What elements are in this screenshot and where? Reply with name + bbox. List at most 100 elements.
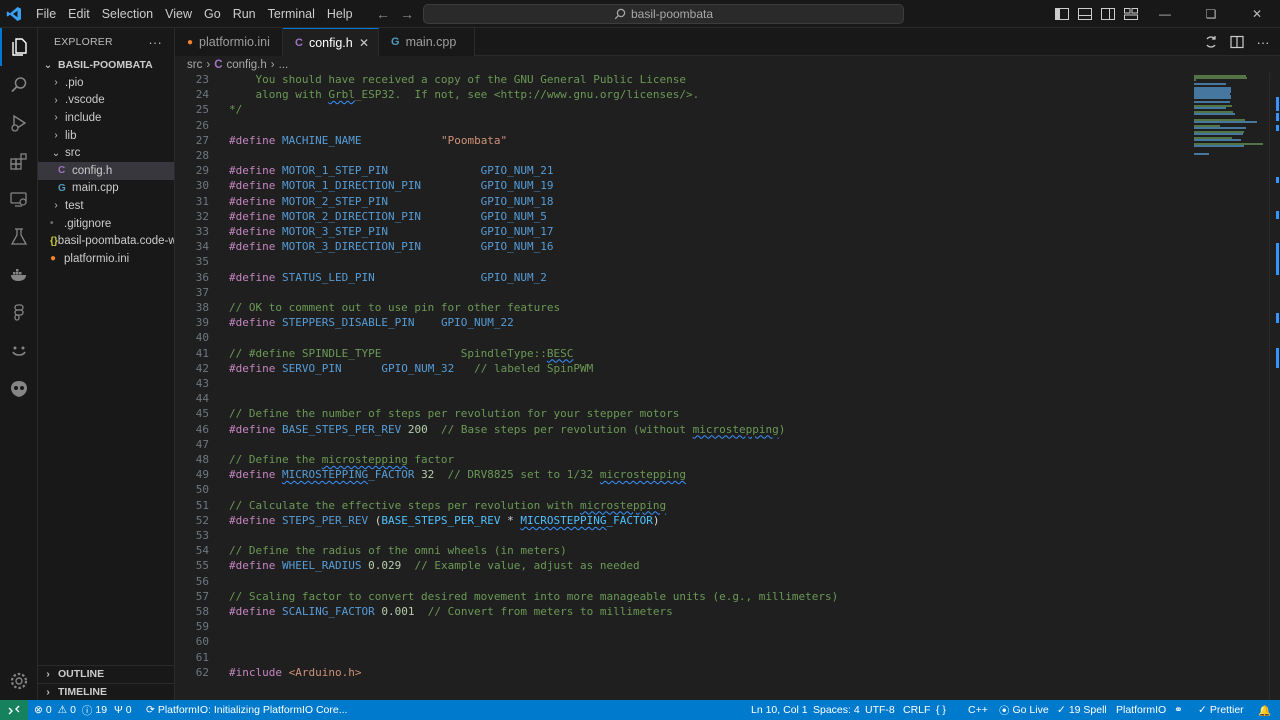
tree-item-platformio-ini[interactable]: ● platformio.ini (38, 250, 174, 268)
prettier-status[interactable]: ✓ Prettier (1198, 700, 1244, 720)
tab-config-h[interactable]: C config.h ✕ (283, 28, 379, 56)
code-line[interactable]: 24 along with Grbl_ESP32. If not, see <h… (175, 87, 1189, 102)
code-line[interactable]: 32 #define MOTOR_2_DIRECTION_PIN GPIO_NUM… (175, 209, 1189, 224)
code-line[interactable]: 51 // Calculate the effective steps per r… (175, 498, 1189, 513)
remote-explorer-icon[interactable] (0, 180, 38, 218)
feedback-icon[interactable]: ⚭ (1174, 700, 1183, 720)
figma-icon[interactable] (0, 294, 38, 332)
code-line[interactable]: 44 (175, 391, 1189, 406)
code-line[interactable]: 31 #define MOTOR_2_STEP_PIN GPIO_NUM_18 (175, 194, 1189, 209)
language-mode[interactable]: C++ (968, 700, 988, 720)
tree-item-config-h[interactable]: C config.h (38, 161, 174, 180)
explorer-more-actions-icon[interactable]: ··· (148, 35, 162, 50)
close-window-button[interactable]: ✕ (1234, 0, 1280, 28)
code-line[interactable]: 26 (175, 118, 1189, 133)
tree-item-test[interactable]: › test (38, 197, 174, 215)
platformio-status[interactable]: PlatformIO (1116, 700, 1166, 720)
toggle-secondary-sidebar-icon[interactable] (1096, 0, 1119, 28)
code-line[interactable]: 35 (175, 254, 1189, 269)
code-line[interactable]: 27 #define MACHINE_NAME "Poombata" (175, 133, 1189, 148)
toggle-panel-icon[interactable] (1073, 0, 1096, 28)
minimize-button[interactable]: — (1142, 0, 1188, 28)
code-line[interactable]: 43 (175, 376, 1189, 391)
brackets-indicator[interactable]: { } (936, 700, 946, 720)
cursor-position[interactable]: Ln 10, Col 1 (751, 700, 808, 720)
code-line[interactable]: 39 #define STEPPERS_DISABLE_PIN GPIO_NUM_… (175, 315, 1189, 330)
menu-go[interactable]: Go (198, 0, 227, 28)
code-line[interactable]: 49 #define MICROSTEPPING_FACTOR 32 // DRV… (175, 467, 1189, 482)
customize-layout-icon[interactable] (1119, 0, 1142, 28)
code-line[interactable]: 57 // Scaling factor to convert desired m… (175, 589, 1189, 604)
workspace-root[interactable]: ⌄ BASIL-POOMBATA (38, 56, 174, 74)
toggle-primary-sidebar-icon[interactable] (1050, 0, 1073, 28)
code-line[interactable]: 42 #define SERVO_PIN GPIO_NUM_32 // label… (175, 361, 1189, 376)
manage-gear-icon[interactable] (0, 662, 38, 700)
code-line[interactable]: 59 (175, 619, 1189, 634)
code-line[interactable]: 37 (175, 285, 1189, 300)
code-line[interactable]: 53 (175, 528, 1189, 543)
tree-item-lib[interactable]: › lib (38, 127, 174, 145)
tab-platformio-ini[interactable]: ● platformio.ini (175, 28, 283, 56)
code-line[interactable]: 56 (175, 574, 1189, 589)
menu-help[interactable]: Help (321, 0, 359, 28)
tree-item-workspace-file[interactable]: {} basil-poombata.code-workspace (38, 232, 174, 250)
run-debug-icon[interactable] (0, 104, 38, 142)
ports-indicator[interactable]: Ψ 0 (114, 700, 132, 720)
tree-item-vscode[interactable]: › .vscode (38, 92, 174, 110)
problems-indicator[interactable]: ⊗ 0 ⚠ 0 ⓘ 19 (34, 700, 107, 720)
tree-item-include[interactable]: › include (38, 109, 174, 127)
more-actions-icon[interactable]: ··· (1252, 35, 1274, 50)
platformio-alien-icon[interactable] (0, 370, 38, 408)
menu-file[interactable]: File (30, 0, 62, 28)
menu-terminal[interactable]: Terminal (262, 0, 321, 28)
menu-view[interactable]: View (159, 0, 198, 28)
breadcrumb-symbol[interactable]: ... (279, 59, 289, 71)
back-arrow-icon[interactable]: ← (376, 6, 390, 22)
search-view-icon[interactable] (0, 66, 38, 104)
notifications-bell-icon[interactable]: 🔔 (1258, 700, 1271, 720)
code-line[interactable]: 45 // Define the number of steps per revo… (175, 406, 1189, 421)
code-line[interactable]: 47 (175, 437, 1189, 452)
breadcrumb-file[interactable]: config.h (227, 59, 267, 71)
code-line[interactable]: 62 #include <Arduino.h> (175, 665, 1189, 680)
tab-main-cpp[interactable]: G main.cpp (379, 28, 475, 56)
code-editor[interactable]: 23 You should have received a copy of th… (175, 73, 1189, 700)
code-line[interactable]: 46 #define BASE_STEPS_PER_REV 200 // Base… (175, 422, 1189, 437)
command-center-search[interactable]: basil-poombata (423, 4, 904, 24)
menu-run[interactable]: Run (227, 0, 262, 28)
code-line[interactable]: 36 #define STATUS_LED_PIN GPIO_NUM_2 (175, 270, 1189, 285)
live-share-smile-icon[interactable] (0, 332, 38, 370)
breadcrumb-folder[interactable]: src (187, 59, 202, 71)
tree-item-src[interactable]: ⌄ src (38, 144, 174, 162)
maximize-button[interactable]: ❏ (1188, 0, 1234, 28)
close-tab-icon[interactable]: ✕ (356, 35, 372, 51)
indentation[interactable]: Spaces: 4 (813, 700, 860, 720)
compare-changes-icon[interactable] (1200, 35, 1222, 49)
menu-selection[interactable]: Selection (96, 0, 159, 28)
code-line[interactable]: 25 */ (175, 102, 1189, 117)
code-line[interactable]: 58 #define SCALING_FACTOR 0.001 // Conver… (175, 604, 1189, 619)
outline-section[interactable]: › OUTLINE (38, 665, 175, 682)
code-line[interactable]: 60 (175, 634, 1189, 649)
spell-checker[interactable]: ✓ 19 Spell (1057, 700, 1107, 720)
code-line[interactable]: 52 #define STEPS_PER_REV (BASE_STEPS_PER_… (175, 513, 1189, 528)
code-line[interactable]: 50 (175, 482, 1189, 497)
go-live-button[interactable]: ⦿ Go Live (999, 700, 1049, 720)
end-of-line[interactable]: CRLF (903, 700, 930, 720)
code-line[interactable]: 23 You should have received a copy of th… (175, 73, 1189, 87)
code-line[interactable]: 33 #define MOTOR_3_STEP_PIN GPIO_NUM_17 (175, 224, 1189, 239)
split-editor-icon[interactable] (1226, 35, 1248, 49)
platformio-task-status[interactable]: ⟳ PlatformIO: Initializing PlatformIO Co… (146, 700, 347, 720)
code-line[interactable]: 61 (175, 650, 1189, 665)
code-line[interactable]: 29 #define MOTOR_1_STEP_PIN GPIO_NUM_21 (175, 163, 1189, 178)
tree-item-pio[interactable]: › .pio (38, 74, 174, 92)
code-line[interactable]: 48 // Define the microstepping factor (175, 452, 1189, 467)
tree-item-main-cpp[interactable]: G main.cpp (38, 180, 174, 198)
code-line[interactable]: 28 (175, 148, 1189, 163)
forward-arrow-icon[interactable]: → (400, 6, 414, 22)
vertical-scrollbar[interactable] (1269, 73, 1280, 700)
code-line[interactable]: 54 // Define the radius of the omni wheel… (175, 543, 1189, 558)
timeline-section[interactable]: › TIMELINE (38, 683, 175, 700)
docker-icon[interactable] (0, 256, 38, 294)
tree-item-gitignore[interactable]: • .gitignore (38, 215, 174, 233)
